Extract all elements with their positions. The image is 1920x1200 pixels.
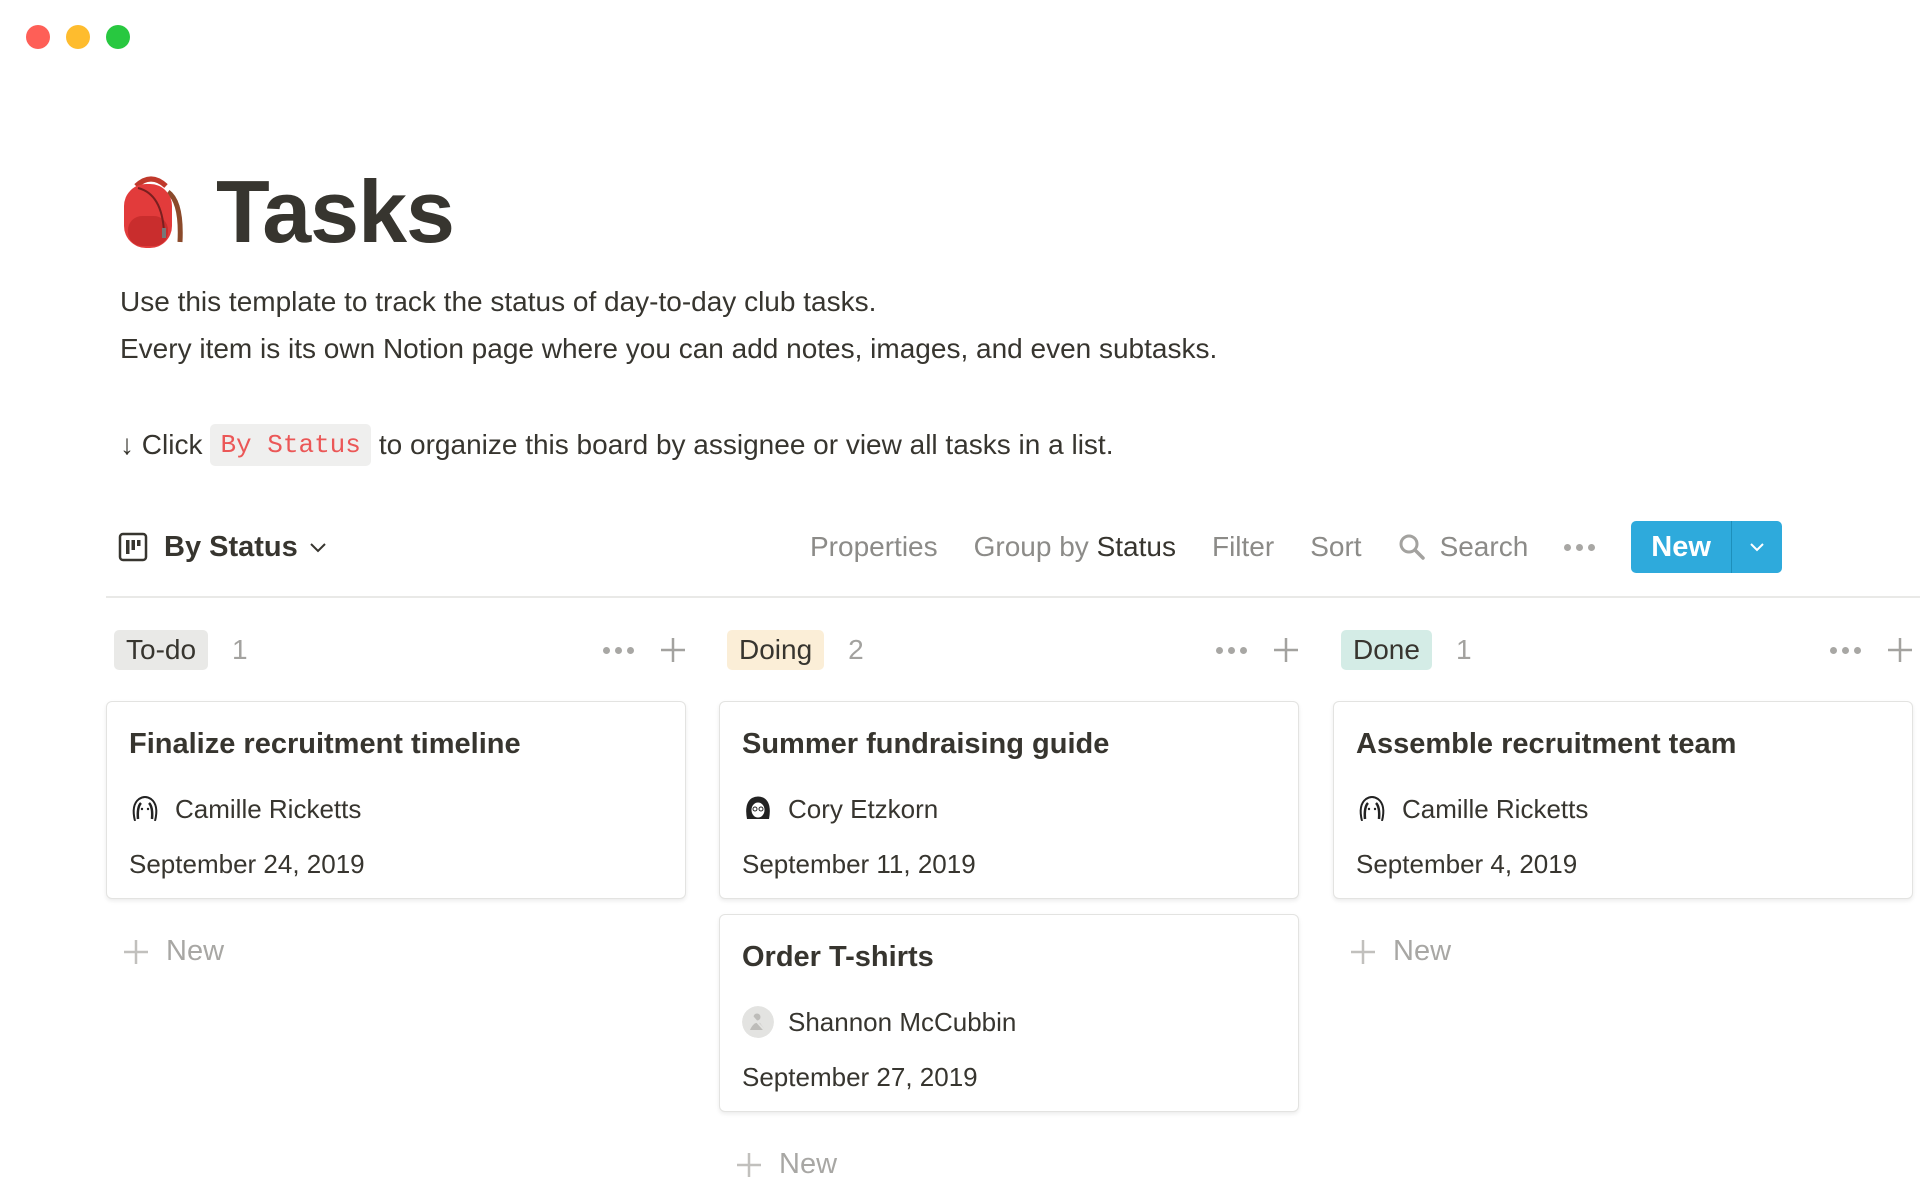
board-column-todo: To-do 1 Finalize recruitment timeline Ca… [106, 629, 688, 968]
description-line: Every item is its own Notion page where … [120, 333, 1218, 364]
new-dropdown-button[interactable] [1730, 521, 1782, 573]
description-line: Use this template to track the status of… [120, 286, 877, 317]
column-count: 2 [848, 634, 864, 665]
avatar [742, 1006, 774, 1038]
window-zoom-button[interactable] [106, 25, 130, 49]
properties-button[interactable]: Properties [810, 531, 938, 563]
board-column-doing: Doing 2 Summer fundraising guide Cory Et… [719, 629, 1301, 1181]
task-card[interactable]: Summer fundraising guide Cory Etzkorn Se… [719, 701, 1299, 899]
hint-line: ↓ Click By Status to organize this board… [120, 424, 1113, 466]
card-title: Assemble recruitment team [1356, 728, 1737, 760]
avatar [1359, 796, 1385, 822]
search-icon [1399, 534, 1425, 560]
plus-icon[interactable] [1271, 635, 1301, 665]
add-new-card-button[interactable]: New [122, 935, 688, 968]
column-more-icon[interactable] [603, 646, 634, 654]
sort-button[interactable]: Sort [1310, 531, 1361, 563]
filter-button[interactable]: Filter [1212, 531, 1274, 563]
toolbar-divider [106, 596, 1920, 598]
chevron-down-icon [1750, 543, 1764, 552]
avatar [132, 796, 158, 822]
new-button[interactable]: New [1631, 521, 1731, 573]
assignee-name: Camille Ricketts [175, 793, 362, 824]
task-card[interactable]: Assemble recruitment team Camille Ricket… [1333, 701, 1913, 899]
plus-icon [124, 939, 148, 964]
add-new-label: New [166, 935, 225, 967]
card-title: Finalize recruitment timeline [129, 728, 521, 760]
card-date: September 24, 2019 [129, 849, 365, 879]
assignee-name: Shannon McCubbin [788, 1006, 1017, 1037]
assignee-name: Cory Etzkorn [788, 793, 939, 824]
hint-text-after: to organize this board by assignee or vi… [378, 429, 1114, 460]
column-actions [1216, 635, 1301, 665]
add-new-card-button[interactable]: New [735, 1148, 1301, 1181]
add-new-card-button[interactable]: New [1349, 935, 1915, 968]
view-label: By Status [164, 530, 298, 563]
add-new-label: New [1393, 935, 1452, 967]
database-toolbar: By Status Properties Group by Status Fil… [118, 521, 1920, 573]
status-tag[interactable]: To-do [114, 629, 209, 671]
window-minimize-button[interactable] [66, 25, 90, 49]
hint-text-before: Click [134, 429, 203, 460]
group-by-button[interactable]: Group by Status [974, 531, 1176, 563]
page-title[interactable]: Tasks [216, 168, 455, 256]
assignee: Shannon McCubbin [742, 1006, 1016, 1038]
status-tag[interactable]: Doing [727, 629, 825, 671]
window-close-button[interactable] [26, 25, 50, 49]
column-count: 1 [232, 634, 248, 665]
search-label: Search [1439, 531, 1529, 562]
group-by-prefix: Group by [973, 531, 1097, 562]
board-icon [118, 532, 148, 562]
plus-icon [737, 1152, 761, 1177]
card-date: September 11, 2019 [742, 849, 976, 879]
column-more-icon[interactable] [1830, 646, 1861, 654]
card-date: September 27, 2019 [742, 1062, 978, 1092]
plus-icon [1351, 939, 1375, 964]
card-title: Summer fundraising guide [742, 728, 1110, 760]
column-actions [1830, 635, 1915, 665]
column-actions [603, 635, 688, 665]
search-button[interactable]: Search [1398, 531, 1529, 563]
column-header: To-do 1 [106, 629, 688, 671]
column-header: Done 1 [1333, 629, 1915, 671]
column-count: 1 [1455, 634, 1472, 665]
board-column-done: Done 1 Assemble recruitment team Camille… [1333, 629, 1915, 968]
assignee-name: Camille Ricketts [1402, 793, 1589, 824]
column-more-icon[interactable] [1216, 646, 1247, 654]
new-button-group: New [1631, 521, 1782, 573]
plus-icon[interactable] [658, 635, 688, 665]
view-switcher[interactable]: By Status [118, 531, 328, 564]
arrow-down-icon: ↓ [120, 429, 134, 460]
chevron-down-icon [310, 543, 326, 553]
page-header: Tasks [118, 168, 455, 256]
group-by-value: Status [1096, 531, 1176, 562]
column-header: Doing 2 [719, 629, 1301, 671]
task-card[interactable]: Order T-shirts Shannon McCubbin Septembe… [719, 914, 1299, 1112]
inline-code: By Status [210, 424, 371, 466]
assignee: Camille Ricketts [1356, 793, 1588, 825]
status-tag[interactable]: Done [1341, 629, 1432, 671]
add-new-label: New [779, 1148, 838, 1180]
more-options-icon[interactable] [1564, 543, 1596, 551]
toolbar-actions: Properties Group by Status Filter Sort S… [810, 521, 1782, 573]
task-card[interactable]: Finalize recruitment timeline Camille Ri… [106, 701, 686, 899]
card-title: Order T-shirts [742, 941, 934, 973]
avatar [746, 796, 770, 819]
assignee: Camille Ricketts [129, 793, 361, 825]
card-date: September 4, 2019 [1356, 849, 1578, 879]
plus-icon[interactable] [1885, 635, 1915, 665]
assignee: Cory Etzkorn [742, 793, 938, 825]
backpack-icon[interactable] [118, 172, 184, 252]
